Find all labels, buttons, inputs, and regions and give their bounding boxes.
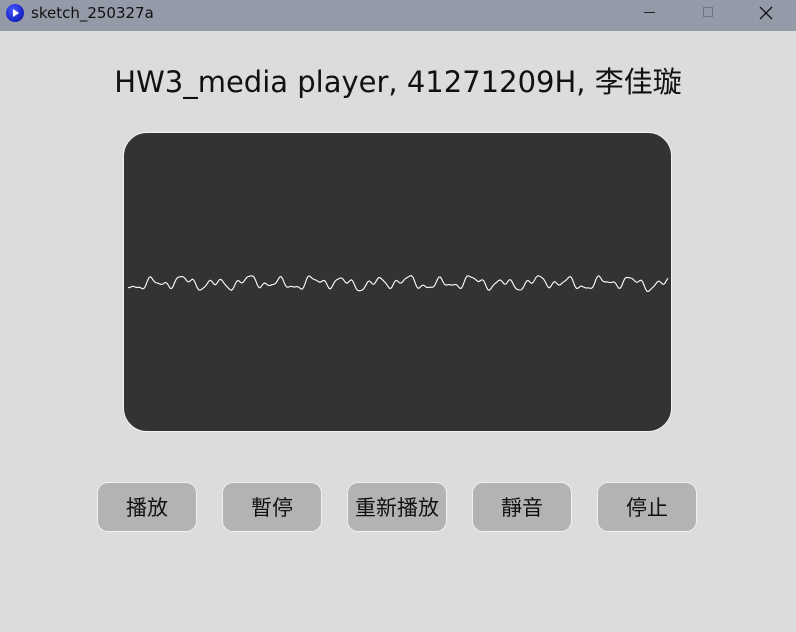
close-icon (759, 6, 773, 20)
maximize-button[interactable] (685, 0, 731, 31)
waveform-canvas (127, 275, 669, 292)
waveform-visualizer (123, 132, 672, 432)
page-title: HW3_media player, 41271209H, 李佳璇 (114, 65, 682, 99)
title-bar[interactable]: sketch_250327a (0, 0, 796, 31)
stop-button[interactable]: 停止 (597, 482, 697, 532)
mute-button[interactable]: 靜音 (472, 482, 572, 532)
play-button[interactable]: 播放 (97, 482, 197, 532)
app-window: sketch_250327a HW3_media player, 4127120… (0, 0, 796, 632)
processing-app-icon (6, 4, 24, 22)
minimize-button[interactable] (627, 0, 673, 31)
replay-button[interactable]: 重新播放 (347, 482, 447, 532)
pause-button[interactable]: 暫停 (222, 482, 322, 532)
window-title: sketch_250327a (31, 4, 154, 22)
waveform-icon (127, 275, 669, 292)
close-button[interactable] (743, 0, 789, 31)
